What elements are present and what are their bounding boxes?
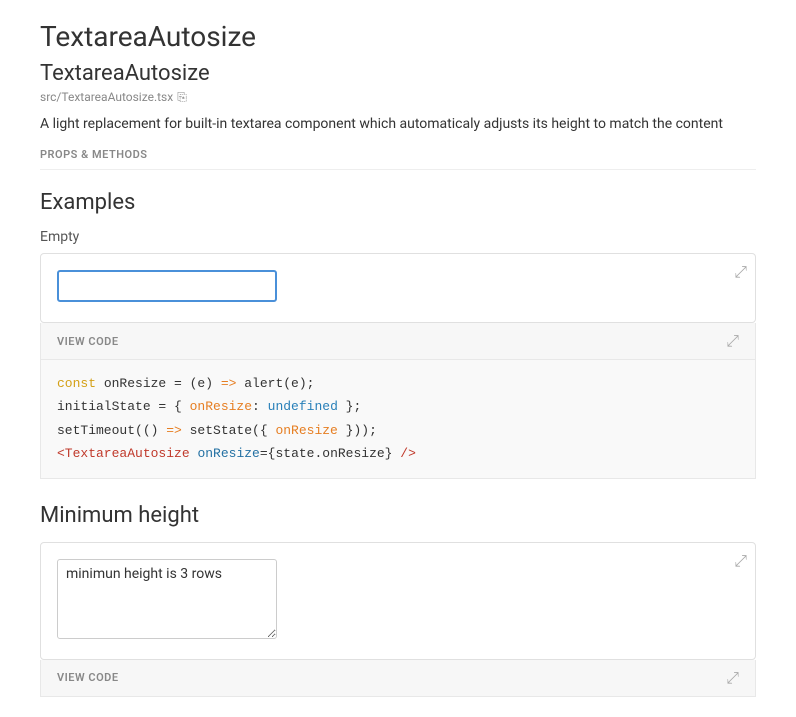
empty-textarea[interactable] <box>57 270 277 302</box>
code-line-1: const onResize = (e) => alert(e); <box>57 372 739 395</box>
view-code-label-empty: VIEW CODE <box>57 335 119 348</box>
props-methods-label[interactable]: PROPS & METHODS <box>40 148 756 170</box>
copy-icon[interactable]: ⎘ <box>177 90 191 104</box>
expand-icon-minheight[interactable]: ⤢ <box>734 551 747 571</box>
examples-title: Examples <box>40 190 756 215</box>
expand-icon-code[interactable]: ⤢ <box>726 331 739 351</box>
view-code-bar-minheight[interactable]: VIEW CODE ⤢ <box>40 660 756 697</box>
code-line-4: <TextareaAutosize onResize={state.onResi… <box>57 442 739 465</box>
minimum-height-title: Minimum height <box>40 503 756 528</box>
description-text: A light replacement for built-in textare… <box>40 116 756 132</box>
view-code-bar-empty[interactable]: VIEW CODE ⤢ <box>40 323 756 360</box>
code-line-2: initialState = { onResize: undefined }; <box>57 395 739 418</box>
minimum-height-textarea[interactable] <box>57 559 277 639</box>
main-title: TextareaAutosize <box>40 20 756 53</box>
empty-label: Empty <box>40 229 756 245</box>
view-code-label-minheight: VIEW CODE <box>57 671 119 684</box>
empty-example-box: ⤢ <box>40 253 756 323</box>
file-path: src/TextareaAutosize.tsx ⎘ <box>40 90 756 104</box>
section-title: TextareaAutosize <box>40 61 756 86</box>
code-block-empty: const onResize = (e) => alert(e); initia… <box>40 360 756 479</box>
code-line-3: setTimeout(() => setState({ onResize }))… <box>57 419 739 442</box>
file-path-text: src/TextareaAutosize.tsx <box>40 90 173 104</box>
expand-icon-code-bottom[interactable]: ⤢ <box>726 668 739 688</box>
minimum-height-example-box: ⤢ <box>40 542 756 660</box>
page-container: TextareaAutosize TextareaAutosize src/Te… <box>0 0 796 717</box>
expand-icon-empty[interactable]: ⤢ <box>734 262 747 282</box>
